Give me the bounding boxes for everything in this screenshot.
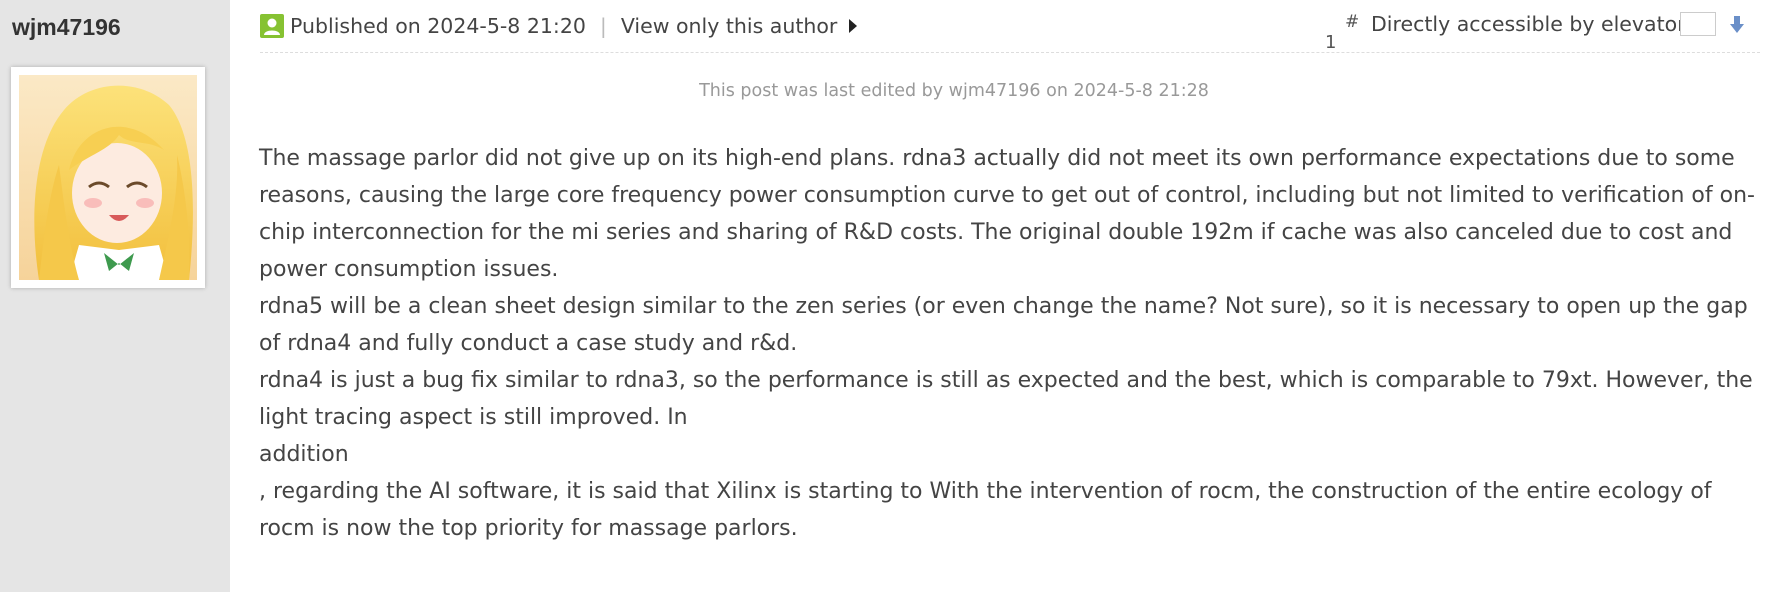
arrow-down-icon[interactable] [1729, 15, 1745, 35]
view-only-author-label: View only this author [620, 14, 838, 38]
publish-time: Published on 2024-5-8 21:20 [290, 14, 586, 38]
play-icon [849, 19, 858, 33]
user-icon [260, 14, 284, 38]
elevator-input[interactable] [1680, 12, 1716, 36]
author-name[interactable]: wjm47196 [12, 14, 121, 41]
floor-number: 1 [1325, 32, 1337, 53]
post-body: The massage parlor did not give up on it… [259, 140, 1759, 547]
post-paragraph: rdna5 will be a clean sheet design simil… [259, 294, 1748, 356]
edit-notice: This post was last edited by wjm47196 on… [699, 81, 1209, 101]
post-paragraph: The massage parlor did not give up on it… [259, 146, 1755, 282]
view-only-author-link[interactable]: View only this author [621, 14, 858, 38]
floor-hash: # [1345, 12, 1360, 32]
avatar-image [19, 75, 197, 280]
post-paragraph: , regarding the AI software, it is said … [259, 479, 1712, 541]
elevator-label: Directly accessible by elevator [1371, 12, 1686, 36]
post-paragraph: rdna4 is just a bug fix similar to rdna3… [259, 368, 1753, 430]
post-info: Published on 2024-5-8 21:20 | View only … [260, 14, 858, 38]
header-separator: | [599, 14, 607, 38]
post-paragraph: addition [259, 442, 349, 467]
post-header: Published on 2024-5-8 21:20 | View only … [260, 12, 1760, 53]
forum-post: wjm47196 Published on 2024-5-8 21:20 | V… [0, 0, 1771, 592]
